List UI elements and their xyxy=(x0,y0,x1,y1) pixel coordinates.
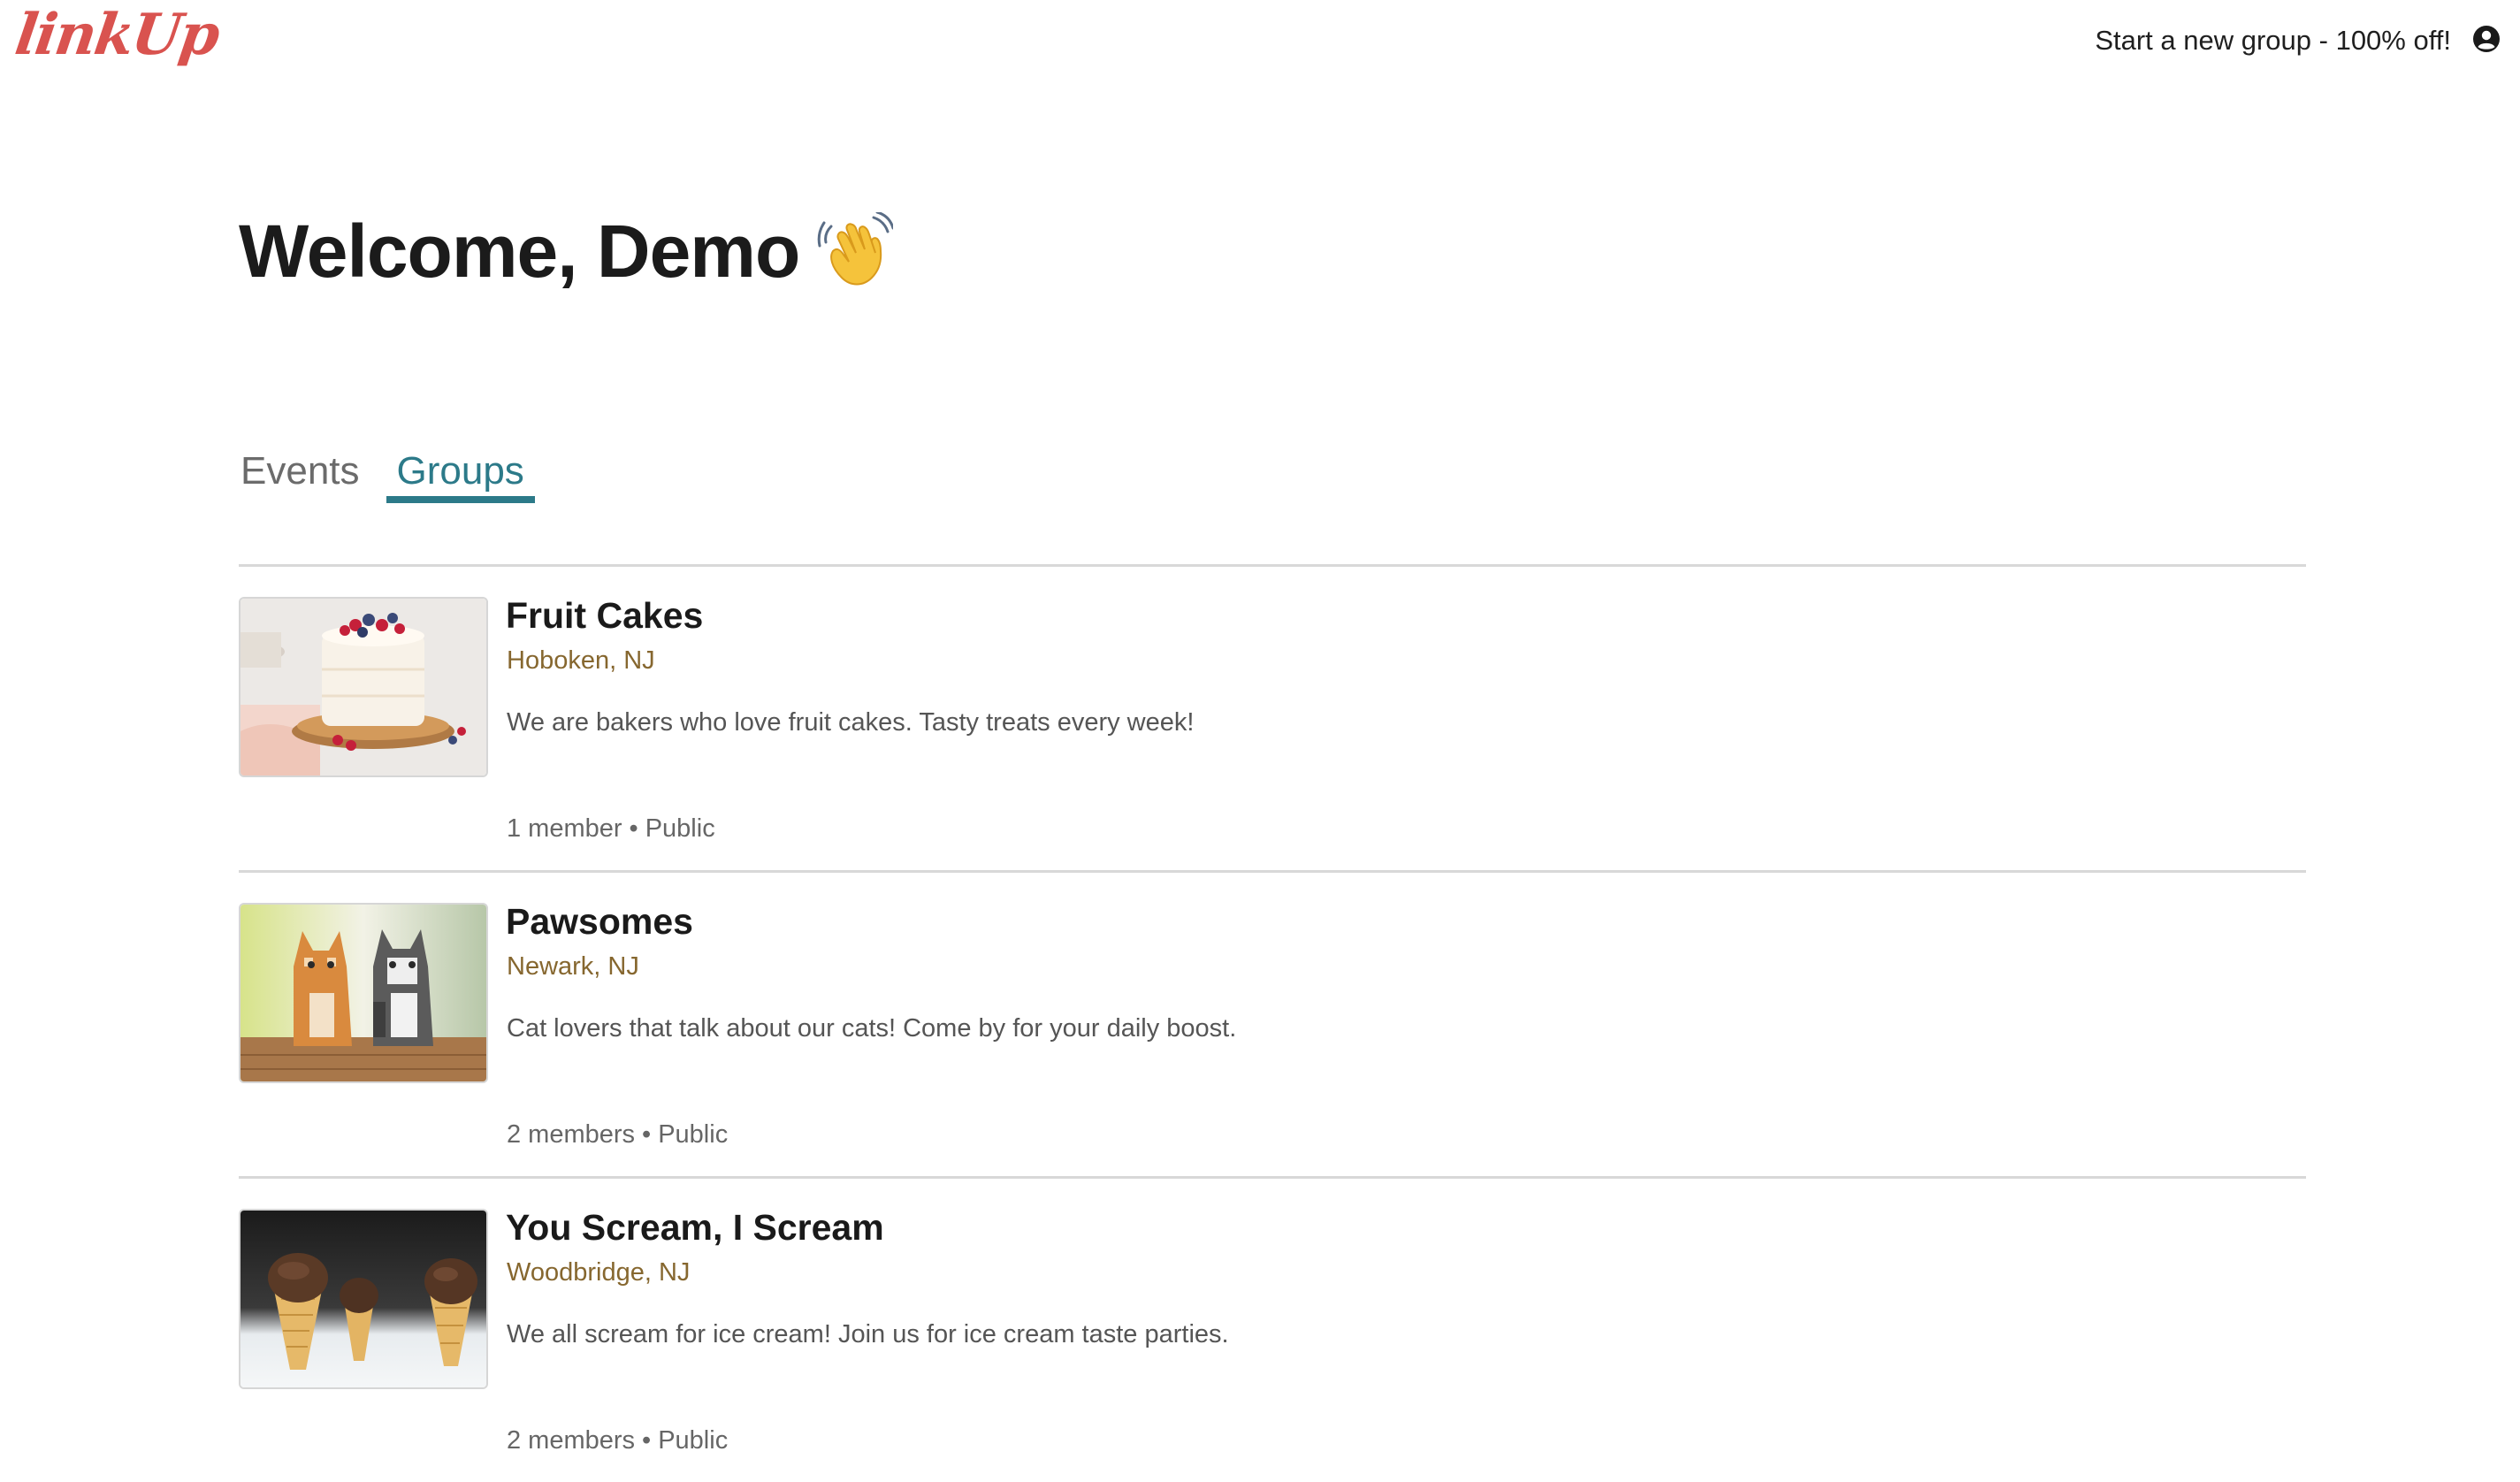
start-new-group-link[interactable]: Start a new group - 100% off! xyxy=(2095,25,2451,57)
group-name[interactable]: You Scream, I Scream xyxy=(506,1207,884,1249)
privacy-label: Public xyxy=(645,814,715,843)
group-meta: 1 member • Public xyxy=(507,814,715,844)
member-count: 2 members xyxy=(507,1120,636,1149)
welcome-title: Welcome, Demo xyxy=(239,210,800,293)
meta-separator: • xyxy=(642,1426,652,1455)
group-name[interactable]: Fruit Cakes xyxy=(506,595,703,637)
fruit-cake-image[interactable] xyxy=(239,597,488,777)
dashboard-tabs: Events Groups xyxy=(241,449,561,503)
member-count: 1 member xyxy=(507,814,622,843)
group-description: We all scream for ice cream! Join us for… xyxy=(507,1320,1229,1348)
group-location: Hoboken, NJ xyxy=(507,646,655,675)
privacy-label: Public xyxy=(658,1120,729,1149)
meta-separator: • xyxy=(642,1120,652,1149)
member-count: 2 members xyxy=(507,1426,636,1455)
top-nav-bar: linkUp Start a new group - 100% off! xyxy=(0,0,2520,88)
ice-cream-image[interactable] xyxy=(239,1209,488,1389)
group-name[interactable]: Pawsomes xyxy=(506,901,693,943)
group-card-fruit-cakes[interactable]: Fruit Cakes Hoboken, NJ We are bakers wh… xyxy=(239,564,2306,870)
group-description: Cat lovers that talk about our cats! Com… xyxy=(507,1014,1237,1043)
group-location: Newark, NJ xyxy=(507,952,639,981)
meta-separator: • xyxy=(629,814,638,843)
user-circle-icon[interactable] xyxy=(2472,25,2501,53)
tab-events[interactable]: Events xyxy=(241,449,370,503)
group-meta: 2 members • Public xyxy=(507,1120,728,1150)
group-location: Woodbridge, NJ xyxy=(507,1258,691,1287)
group-card-you-scream-i-scream[interactable]: You Scream, I Scream Woodbridge, NJ We a… xyxy=(239,1176,2306,1482)
cats-image[interactable] xyxy=(239,903,488,1083)
tab-groups[interactable]: Groups xyxy=(386,449,535,503)
welcome-heading: Welcome, Demo xyxy=(239,210,894,293)
group-description: We are bakers who love fruit cakes. Tast… xyxy=(507,708,1195,737)
linkup-logo[interactable]: linkUp xyxy=(11,2,223,68)
waving-hand-icon xyxy=(818,212,894,286)
privacy-label: Public xyxy=(658,1426,729,1455)
group-card-pawsomes[interactable]: Pawsomes Newark, NJ Cat lovers that talk… xyxy=(239,870,2306,1176)
groups-list: Fruit Cakes Hoboken, NJ We are bakers wh… xyxy=(239,564,2306,1482)
group-meta: 2 members • Public xyxy=(507,1426,728,1455)
